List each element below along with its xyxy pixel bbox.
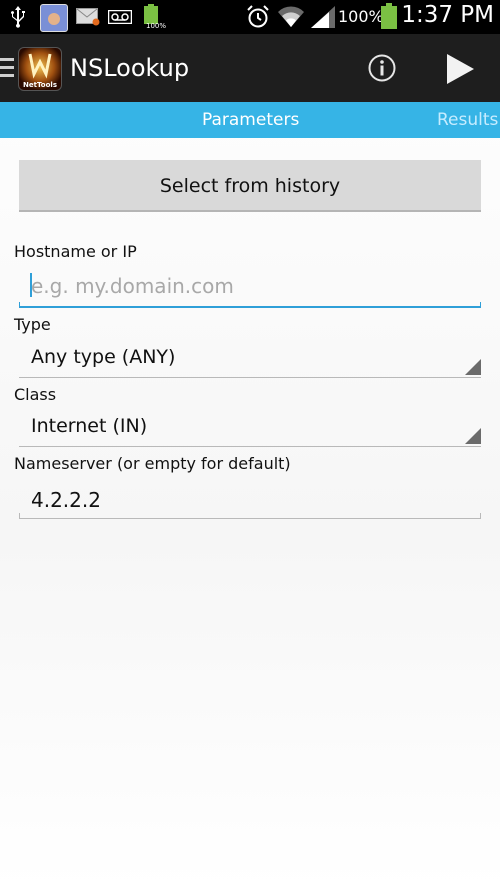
battery-widget-icon <box>144 4 158 24</box>
nameserver-input[interactable]: 4.2.2.2 <box>19 479 481 519</box>
run-play-icon[interactable] <box>443 52 477 86</box>
usb-icon <box>11 6 25 28</box>
alarm-icon <box>247 5 269 28</box>
battery-icon <box>381 3 397 29</box>
wifi-icon <box>278 6 304 27</box>
tab-results[interactable]: Results <box>437 110 498 130</box>
email-icon <box>76 8 100 26</box>
battery-percent: 100% <box>338 7 384 26</box>
nameserver-value: 4.2.2.2 <box>31 488 101 512</box>
type-select[interactable]: Any type (ANY) <box>19 338 481 378</box>
app-logo-icon[interactable]: NetTools <box>18 47 62 91</box>
status-bar: 100% 100% 1:37 PM <box>0 0 500 34</box>
dropdown-arrow-icon <box>465 359 481 375</box>
class-select-value: Internet (IN) <box>31 415 148 437</box>
drawer-menu-icon[interactable] <box>0 58 14 82</box>
voicemail-icon <box>108 10 132 24</box>
clock: 1:37 PM <box>401 2 494 28</box>
app-title: NSLookup <box>70 54 190 82</box>
text-cursor <box>30 273 32 297</box>
app-logo-caption: NetTools <box>23 81 57 89</box>
type-select-value: Any type (ANY) <box>31 346 176 368</box>
class-select[interactable]: Internet (IN) <box>19 407 481 447</box>
tab-parameters[interactable]: Parameters <box>202 110 299 130</box>
app-notification-icon <box>40 4 68 32</box>
select-from-history-button[interactable]: Select from history <box>19 160 481 212</box>
nameserver-label: Nameserver (or empty for default) <box>14 454 291 473</box>
hostname-label: Hostname or IP <box>14 242 137 261</box>
info-icon[interactable] <box>368 54 396 82</box>
dropdown-arrow-icon <box>465 428 481 444</box>
hostname-placeholder: e.g. my.domain.com <box>31 274 234 298</box>
app-logo-graphic <box>28 53 52 79</box>
hostname-input[interactable]: e.g. my.domain.com <box>19 268 481 308</box>
class-label: Class <box>14 385 57 404</box>
battery-widget-label: 100% <box>146 22 167 30</box>
signal-icon <box>311 6 335 28</box>
action-bar: NetTools NSLookup <box>0 34 500 102</box>
type-label: Type <box>14 315 51 334</box>
tab-bar: Parameters Results <box>0 102 500 138</box>
